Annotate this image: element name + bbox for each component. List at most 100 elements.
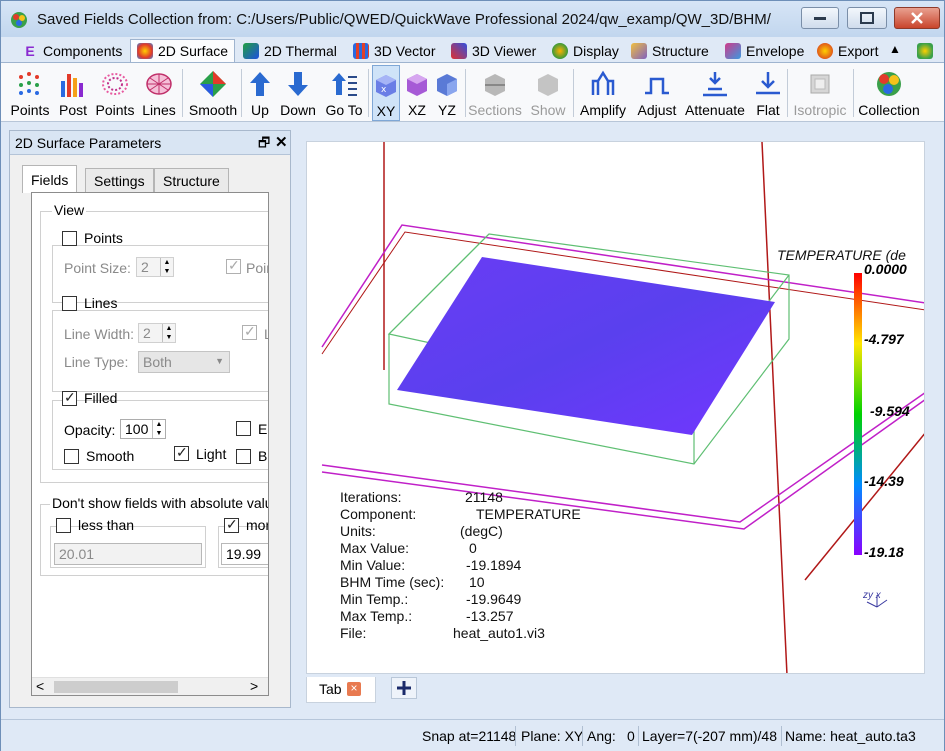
cube-yz-icon (437, 74, 457, 96)
3d-viewport[interactable]: TEMPERATURE (de 0.0000 -4.797 -9.594 -14… (306, 141, 925, 674)
filled-checkbox[interactable] (62, 389, 77, 406)
lines-checkbox[interactable] (62, 296, 77, 311)
less-than-input[interactable]: 20.01 (54, 543, 202, 565)
line-type-select[interactable]: Both ▼ (138, 351, 230, 373)
plane-xy-button[interactable]: x XY (372, 65, 400, 121)
line-type-label: Line Type: (64, 354, 129, 370)
isotropic-button[interactable]: Isotropic (791, 65, 849, 121)
toolbar-separator (368, 69, 369, 117)
extra-tab-icon[interactable] (917, 43, 933, 59)
tab-settings-label: Settings (94, 172, 145, 189)
point-size-spinner[interactable]: 2 ▲ ▼ (136, 257, 174, 277)
post-button[interactable]: Post (55, 65, 91, 121)
points-option-checkbox[interactable] (226, 257, 241, 274)
vector-icon (353, 43, 369, 59)
close-tab-icon[interactable]: × (347, 682, 361, 696)
less-than-value: 20.01 (59, 546, 95, 562)
up-button[interactable]: Up (246, 65, 274, 121)
close-panel-icon[interactable]: ✕ (275, 133, 288, 151)
restore-panel-icon[interactable]: 🗗 (258, 134, 270, 156)
smooth-button[interactable]: Smooth (187, 65, 239, 121)
up-label: Up (251, 102, 269, 118)
info-value: 21148 (465, 489, 503, 505)
tab-2d-thermal[interactable]: 2D Thermal (236, 39, 344, 63)
light-checkbox[interactable] (174, 444, 189, 461)
scroll-right-icon[interactable]: > (250, 678, 258, 694)
minimize-icon (814, 17, 826, 20)
flat-button[interactable]: Flat (751, 65, 785, 121)
points-checkbox[interactable] (62, 231, 77, 246)
opacity-value: 100 (125, 421, 149, 437)
scroll-up-icon[interactable]: ▲ (889, 42, 901, 56)
plane-yz-button[interactable]: YZ (433, 65, 461, 121)
scroll-left-icon[interactable]: < (36, 678, 44, 694)
plus-icon (397, 681, 411, 695)
viewer-icon (451, 43, 467, 59)
color-legend-bar (854, 273, 862, 555)
lines-icon (146, 73, 172, 95)
tab-display[interactable]: Display (545, 39, 626, 63)
maximize-button[interactable] (847, 7, 887, 29)
less-than-checkbox[interactable] (56, 518, 71, 533)
back-checkbox-label: Ba (258, 448, 268, 464)
smooth-label: Smooth (188, 102, 238, 118)
sections-label: Sections (468, 102, 522, 118)
tab-envelope[interactable]: Envelope (718, 39, 811, 63)
tab-3d-vector[interactable]: 3D Vector (346, 39, 442, 63)
add-tab-button[interactable] (391, 677, 417, 699)
more-than-input[interactable]: 19.99 (221, 543, 268, 565)
info-key: Component: (340, 506, 417, 522)
tab-export[interactable]: Export (810, 39, 885, 63)
lines-option-checkbox[interactable] (242, 323, 257, 340)
line-width-spinner[interactable]: 2 ▲ ▼ (138, 323, 176, 343)
arrow-up-icon (250, 72, 270, 96)
amplify-button[interactable]: Amplify (577, 65, 629, 121)
edges-checkbox[interactable] (236, 421, 251, 436)
tab-structure-panel[interactable]: Structure (154, 168, 229, 192)
smooth-checkbox[interactable] (64, 449, 79, 464)
plane-xz-button[interactable]: XZ (403, 65, 431, 121)
sections-icon (485, 74, 505, 96)
more-than-value: 19.99 (226, 546, 262, 562)
scrollbar-thumb[interactable] (54, 681, 178, 693)
down-label: Down (280, 102, 316, 118)
tab-settings[interactable]: Settings (85, 168, 154, 192)
status-separator (582, 726, 583, 746)
more-than-checkbox[interactable] (224, 516, 239, 533)
chevron-down-icon: ▼ (215, 356, 224, 366)
lines-button[interactable]: Lines (140, 65, 178, 121)
tab-components[interactable]: E Components (15, 39, 129, 63)
temperature-surface (397, 257, 775, 435)
tab-structure[interactable]: Structure (624, 39, 716, 63)
smooth-checkbox-label: Smooth (86, 448, 135, 464)
surface-points-label: Points (95, 102, 135, 118)
points-button[interactable]: Points (9, 65, 51, 121)
close-button[interactable] (894, 7, 940, 29)
status-separator (781, 726, 782, 746)
tab-display-label: Display (573, 43, 619, 59)
viewport-tab[interactable]: Tab × (306, 677, 376, 703)
attenuate-button[interactable]: Attenuate (684, 65, 746, 121)
sections-button[interactable]: Sections (468, 65, 522, 121)
tab-2d-surface[interactable]: 2D Surface (130, 39, 236, 63)
goto-button[interactable]: Go To (323, 65, 365, 121)
tab-fields[interactable]: Fields (22, 165, 78, 193)
down-button[interactable]: Down (278, 65, 318, 121)
cube-xy-icon: x (376, 75, 396, 97)
post-icon (61, 74, 83, 97)
surface-points-button[interactable]: Points (94, 65, 136, 121)
tab-3d-viewer[interactable]: 3D Viewer (444, 39, 543, 63)
tab-2d-surface-label: 2D Surface (158, 43, 229, 59)
adjust-label: Adjust (637, 102, 677, 118)
legend-tick: -4.797 (864, 331, 904, 347)
show-label: Show (530, 102, 566, 118)
flat-label: Flat (756, 102, 780, 118)
adjust-button[interactable]: Adjust (634, 65, 680, 121)
toolbar-separator (465, 69, 466, 117)
opacity-spinner[interactable]: 100 ▲ ▼ (120, 419, 166, 439)
horizontal-scrollbar[interactable]: < > (32, 677, 268, 695)
collection-button[interactable]: Collection (857, 65, 921, 121)
back-checkbox[interactable] (236, 449, 251, 464)
show-button[interactable]: Show (528, 65, 568, 121)
minimize-button[interactable] (801, 7, 839, 29)
